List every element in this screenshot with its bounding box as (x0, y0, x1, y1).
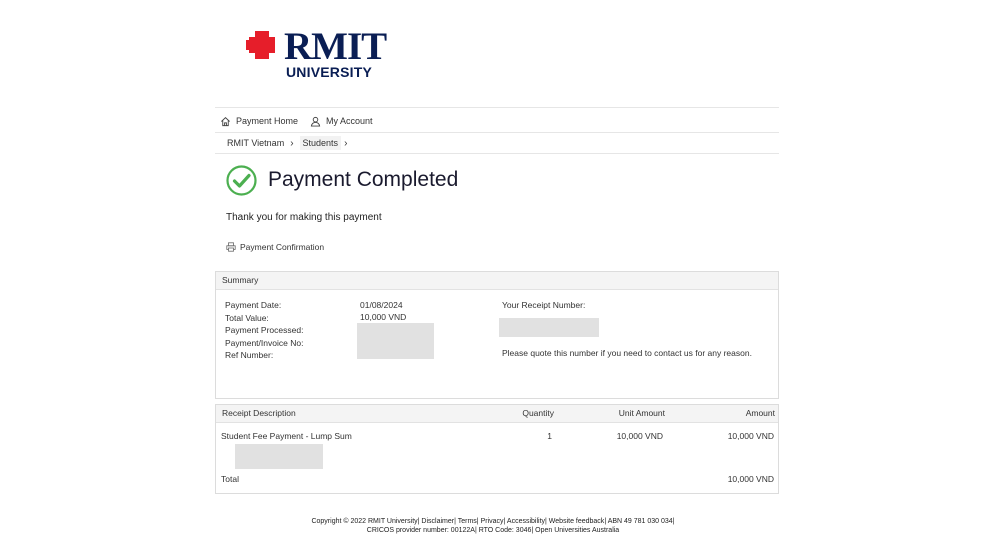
footer-line-2: CRICOS provider number: 00122A| RTO Code… (366, 527, 620, 534)
quote-note: Please quote this number if you need to … (502, 348, 752, 358)
payment-date-label: Payment Date: (225, 300, 282, 310)
nav-payment-home[interactable]: Payment Home (220, 116, 298, 127)
payment-processed-label: Payment Processed: (225, 325, 304, 335)
thank-you-message: Thank you for making this payment (226, 212, 382, 223)
receipt-number-label: Your Receipt Number: (502, 300, 586, 310)
receipt-table-header: Receipt Description Quantity Unit Amount… (216, 405, 778, 423)
footer-link-website-feedback[interactable]: Website feedback (549, 518, 605, 525)
page-title: Payment Completed (268, 168, 459, 191)
row-unit-amount: 10,000 VND (616, 431, 663, 441)
nav-top-divider (215, 107, 779, 108)
row-description: Student Fee Payment - Lump Sum (221, 431, 352, 441)
redacted-row-detail (235, 444, 323, 469)
footer-cricos: CRICOS provider number: 00122A (366, 527, 475, 534)
breadcrumb-rmit-vietnam[interactable]: RMIT Vietnam (224, 136, 287, 150)
printer-icon (226, 242, 236, 252)
user-icon (310, 116, 321, 127)
total-label: Total (221, 474, 239, 484)
footer-rto: RTO Code: 3046 (478, 527, 532, 534)
brand-sub: UNIVERSITY (286, 64, 373, 80)
breadcrumb-students[interactable]: Students (299, 136, 342, 150)
footer-copyright: Copyright © 2022 RMIT University (311, 518, 418, 525)
nav-payment-home-label: Payment Home (236, 116, 299, 126)
brand-name: RMIT (284, 25, 387, 68)
footer-link-terms[interactable]: Terms (458, 518, 477, 525)
total-value-label: Total Value: (225, 312, 269, 323)
nav-bottom-divider (215, 132, 779, 133)
payment-invoice-label: Payment/Invoice No: (225, 337, 304, 348)
total-amount: 10,000 VND (727, 474, 774, 484)
redacted-receipt-number (499, 318, 599, 337)
top-nav: Payment Home My Account (220, 111, 385, 131)
check-circle-icon (226, 165, 257, 196)
breadcrumb: RMIT Vietnam › Students › (224, 134, 353, 152)
summary-heading: Summary (216, 272, 778, 290)
col-amount: Amount (745, 408, 775, 418)
footer-line-1: Copyright © 2022 RMIT University| Discla… (311, 518, 675, 525)
col-unit-amount: Unit Amount (618, 408, 665, 418)
footer-link-privacy[interactable]: Privacy (481, 518, 504, 525)
redacted-payment-details (357, 323, 434, 359)
ref-number-label: Ref Number: (225, 350, 274, 360)
payment-confirmation-link[interactable]: Payment Confirmation (226, 242, 324, 252)
nav-my-account[interactable]: My Account (310, 116, 373, 127)
nav-my-account-label: My Account (326, 116, 373, 126)
col-receipt-description: Receipt Description (222, 408, 296, 418)
total-value-value: 10,000 VND (360, 312, 407, 322)
row-quantity: 1 (547, 431, 552, 441)
payment-confirmation-label: Payment Confirmation (240, 242, 325, 252)
breadcrumb-divider (215, 153, 779, 154)
footer-abn: ABN 49 781 030 034 (607, 518, 673, 525)
rmit-logo-mark (246, 31, 275, 59)
col-quantity: Quantity (522, 408, 554, 418)
home-icon (221, 116, 230, 126)
chevron-right-icon: › (290, 137, 294, 149)
payment-date-value: 01/08/2024 (360, 300, 403, 310)
footer-link-accessibility[interactable]: Accessibility (507, 518, 545, 525)
chevron-right-icon: › (344, 137, 348, 149)
footer-link-oua[interactable]: Open Universities Australia (535, 527, 619, 534)
row-amount: 10,000 VND (727, 431, 774, 441)
footer-link-disclaimer[interactable]: Disclaimer (421, 518, 454, 525)
